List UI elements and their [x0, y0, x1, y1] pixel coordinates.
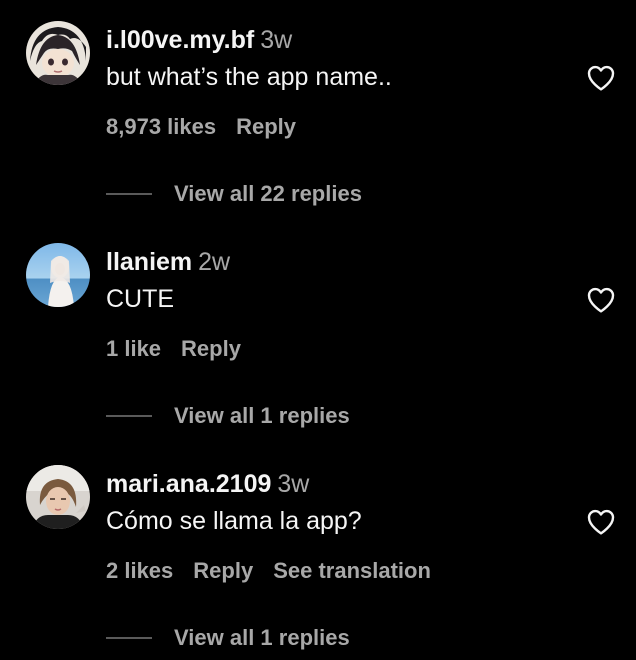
likes-count[interactable]: 2 likes	[106, 558, 173, 583]
replies-divider	[106, 637, 152, 639]
view-replies-button[interactable]: View all 1 replies	[106, 622, 350, 654]
username[interactable]: mari.ana.2109	[106, 470, 271, 498]
view-replies-label: View all 22 replies	[174, 181, 362, 206]
heart-outline-icon[interactable]	[584, 506, 618, 538]
comments-list: i.l00ve.my.bf 3w but what’s the app name.…	[0, 0, 636, 660]
comment-time: 3w	[260, 26, 293, 54]
reply-button[interactable]: Reply	[236, 114, 296, 139]
username-line: mari.ana.2109 3w	[106, 468, 309, 500]
username[interactable]: i.l00ve.my.bf	[106, 26, 254, 54]
likes-count[interactable]: 1 like	[106, 336, 161, 361]
comment-actions: 1 like Reply	[106, 334, 261, 364]
comment-time: 2w	[198, 248, 231, 276]
view-replies-button[interactable]: View all 1 replies	[106, 400, 350, 432]
avatar[interactable]	[26, 21, 90, 85]
comment-item: llaniem 2w CUTE 1 like Reply View all 1 re…	[0, 222, 636, 444]
replies-divider	[106, 415, 152, 417]
comment-actions: 2 likes Reply See translation	[106, 556, 451, 586]
see-translation-button[interactable]: See translation	[273, 558, 431, 583]
reply-button[interactable]: Reply	[181, 336, 241, 361]
comment-text: CUTE	[106, 285, 175, 313]
comment-text: Cómo se llama la app?	[106, 507, 362, 535]
comment-actions: 8,973 likes Reply	[106, 112, 316, 142]
replies-divider	[106, 193, 152, 195]
view-replies-label: View all 1 replies	[174, 403, 350, 428]
heart-outline-icon[interactable]	[584, 62, 618, 94]
heart-outline-icon[interactable]	[584, 284, 618, 316]
comment-text: but what’s the app name..	[106, 63, 392, 91]
likes-count[interactable]: 8,973 likes	[106, 114, 216, 139]
username-line: i.l00ve.my.bf 3w	[106, 24, 292, 56]
avatar[interactable]	[26, 465, 90, 529]
comment-item: i.l00ve.my.bf 3w but what’s the app name.…	[0, 0, 636, 222]
view-replies-button[interactable]: View all 22 replies	[106, 178, 362, 210]
view-replies-label: View all 1 replies	[174, 625, 350, 650]
username[interactable]: llaniem	[106, 248, 192, 276]
avatar[interactable]	[26, 243, 90, 307]
comment-item: mari.ana.2109 3w Cómo se llama la app? 2 …	[0, 444, 636, 660]
comment-time: 3w	[277, 470, 310, 498]
reply-button[interactable]: Reply	[193, 558, 253, 583]
username-line: llaniem 2w	[106, 246, 230, 278]
